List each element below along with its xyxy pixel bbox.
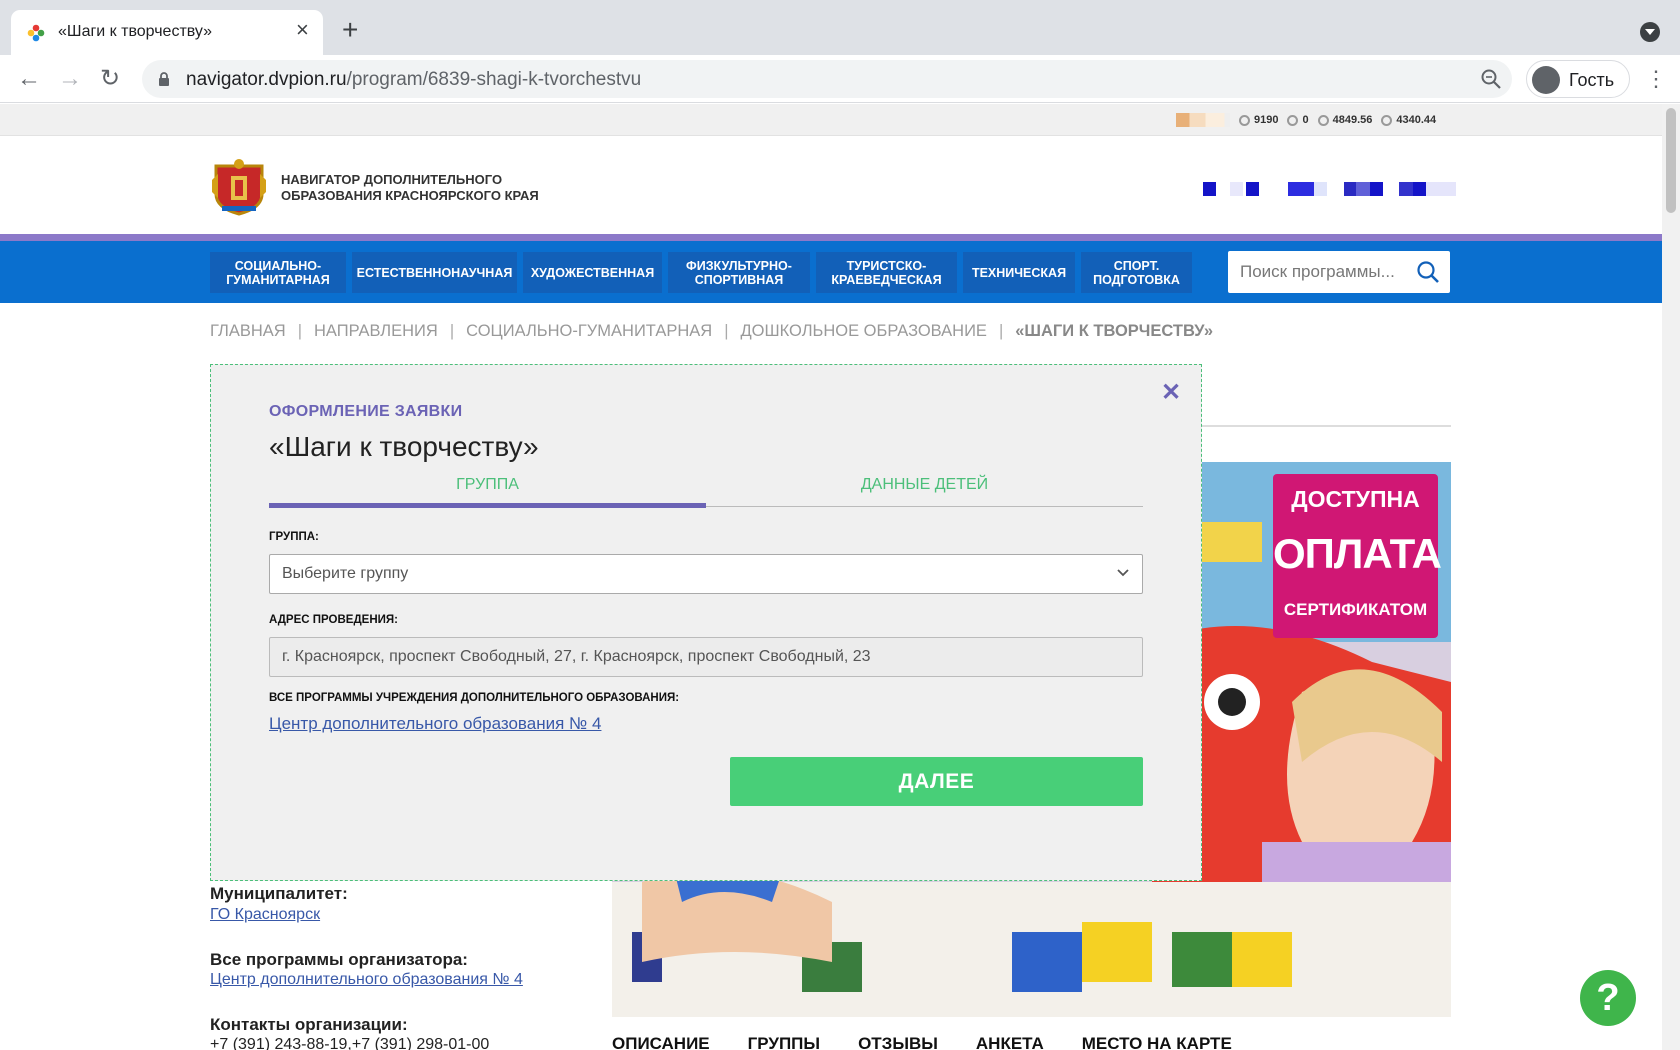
divider [1202,425,1451,427]
close-icon[interactable]: ✕ [1161,381,1181,405]
programs-label: ВСЕ ПРОГРАММЫ УЧРЕЖДЕНИЯ ДОПОЛНИТЕЛЬНОГО… [269,692,680,704]
tab-children-data[interactable]: ДАННЫЕ ДЕТЕЙ [706,476,1143,502]
scrollbar[interactable] [1662,104,1680,1050]
stat-circle-icon [1287,114,1299,126]
category-nav: СОЦИАЛЬНО- ГУМАНИТАРНАЯ ЕСТЕСТВЕННОНАУЧНА… [0,241,1662,303]
scrollbar-thumb[interactable] [1666,108,1676,213]
contacts-label: Контакты организации: [210,1015,408,1034]
nav-item-technical[interactable]: ТЕХНИЧЕСКАЯ [963,252,1075,293]
tab-survey[interactable]: АНКЕТА [976,1034,1044,1050]
municipality-link[interactable]: ГО Красноярск [210,906,320,924]
tab-search-icon[interactable] [1640,22,1660,42]
browser-tabbar: «Шаги к творчеству» × + [0,0,1680,55]
address-label: АДРЕС ПРОВЕДЕНИЯ: [269,614,398,626]
content-tabs: ОПИСАНИЕ ГРУППЫ ОТЗЫВЫ АНКЕТА МЕСТО НА К… [612,1034,1232,1050]
stat-value: 0 [1302,114,1309,126]
url-text[interactable]: navigator.dvpion.ru/program/6839-shagi-k… [186,69,641,91]
tab-group[interactable]: ГРУППА [269,476,706,502]
modal-kicker: ОФОРМЛЕНИЕ ЗАЯВКИ [269,403,463,420]
contacts-value: +7 (391) 243-88-19,+7 (391) 298-01-00 [210,1036,490,1050]
search-icon[interactable] [1416,260,1440,284]
stat-circle-icon [1381,114,1393,126]
address-value: г. Красноярск, проспект Свободный, 27, г… [282,648,871,665]
program-search-input[interactable]: Поиск программы... [1228,251,1450,293]
breadcrumb-item[interactable]: ГЛАВНАЯ [210,322,286,341]
stat-value: 4849.56 [1332,114,1373,126]
stat-value: 4340.44 [1396,114,1437,126]
certificate-payment-badge: ДОСТУПНА ОПЛАТА СЕРТИФИКАТОМ [1273,474,1442,638]
more-icon[interactable]: ⋮ [1645,67,1667,91]
back-icon[interactable]: ← [17,64,41,94]
site-header: НАВИГАТОР ДОПОЛНИТЕЛЬНОГО ОБРАЗОВАНИЯ КР… [0,136,1662,234]
modal-title: «Шаги к творчеству» [269,431,539,462]
tab-divider [706,506,1143,507]
group-label: ГРУППА: [269,531,319,543]
organization-link[interactable]: Центр дополнительного образования № 4 [269,714,601,734]
tab-description[interactable]: ОПИСАНИЕ [612,1034,710,1050]
application-modal: ✕ ОФОРМЛЕНИЕ ЗАЯВКИ «Шаги к творчеству» … [210,364,1202,881]
municipality-label: Муниципалитет: [210,884,348,903]
tab-title: «Шаги к творчеству» [58,23,213,40]
organizer-label: Все программы организатора: [210,950,468,969]
breadcrumb: ГЛАВНАЯ | НАПРАВЛЕНИЯ | СОЦИАЛЬНО-ГУМАНИ… [210,322,1213,341]
stat-value: 9190 [1254,114,1279,126]
site-title[interactable]: НАВИГАТОР ДОПОЛНИТЕЛЬНОГО ОБРАЗОВАНИЯ КР… [281,172,581,204]
nav-item-sport[interactable]: ФИЗКУЛЬТУРНО- СПОРТИВНАЯ [668,252,810,293]
profile-button[interactable]: Гость [1526,60,1630,98]
tab-reviews[interactable]: ОТЗЫВЫ [858,1034,938,1050]
nav-item-social[interactable]: СОЦИАЛЬНО- ГУМАНИТАРНАЯ [210,252,346,293]
organizer-link[interactable]: Центр дополнительного образования № 4 [210,971,523,989]
reload-icon[interactable]: ↻ [100,64,120,94]
browser-tab[interactable]: «Шаги к творчеству» × [11,10,323,55]
profile-label: Гость [1569,70,1615,90]
zoom-icon[interactable] [1480,68,1502,90]
close-icon[interactable]: × [296,18,309,42]
tab-groups[interactable]: ГРУППЫ [748,1034,820,1050]
lock-icon [159,72,169,86]
breadcrumb-separator: | [724,322,729,340]
nav-item-art[interactable]: ХУДОЖЕСТВЕННАЯ [523,252,662,293]
help-icon[interactable]: ? [1580,970,1636,1026]
plus-icon[interactable]: + [342,16,358,44]
active-tab-indicator [269,503,706,508]
next-button[interactable]: ДАЛЕЕ [730,757,1143,806]
header-decoration [1203,182,1456,196]
avatar-icon [1532,66,1560,94]
page: 9190 0 4849.56 4340.44 НАВИГАТОР ДОПОЛНИ… [0,104,1662,1050]
breadcrumb-item[interactable]: ДОШКОЛЬНОЕ ОБРАЗОВАНИЕ [740,322,986,341]
breadcrumb-separator: | [998,322,1004,340]
nav-item-tourism[interactable]: ТУРИСТСКО- КРАЕВЕДЧЕСКАЯ [816,252,957,293]
coat-of-arms-logo[interactable] [210,156,268,216]
group-select-value: Выберите группу [282,565,409,582]
browser-toolbar: ← → ↻ navigator.dvpion.ru/program/6839-s… [0,55,1680,103]
tab-map[interactable]: МЕСТО НА КАРТЕ [1082,1034,1232,1050]
search-placeholder: Поиск программы... [1240,262,1395,281]
breadcrumb-item[interactable]: СОЦИАЛЬНО-ГУМАНИТАРНАЯ [466,322,712,341]
breadcrumb-item[interactable]: НАПРАВЛЕНИЯ [314,322,438,341]
header-divider [0,234,1662,241]
address-bar[interactable]: navigator.dvpion.ru/program/6839-shagi-k… [142,60,1512,98]
chevron-down-icon [1117,569,1129,577]
breadcrumb-separator: | [449,322,455,340]
stat-circle-icon [1317,114,1329,126]
nav-item-sport-training[interactable]: СПОРТ. ПОДГОТОВКА [1081,252,1192,293]
favicon-icon [27,24,45,42]
group-select[interactable]: Выберите группу [269,554,1143,594]
stats-graphic [1176,113,1230,127]
breadcrumb-current: «ШАГИ К ТВОРЧЕСТВУ» [1015,322,1214,340]
nav-item-science[interactable]: ЕСТЕСТВЕННОНАУЧНАЯ [352,252,517,293]
forward-icon[interactable]: → [58,64,82,94]
address-field: г. Красноярск, проспект Свободный, 27, г… [269,637,1143,677]
stats-bar: 9190 0 4849.56 4340.44 [0,104,1662,136]
stat-circle-icon [1239,114,1250,126]
breadcrumb-separator: | [297,322,302,340]
